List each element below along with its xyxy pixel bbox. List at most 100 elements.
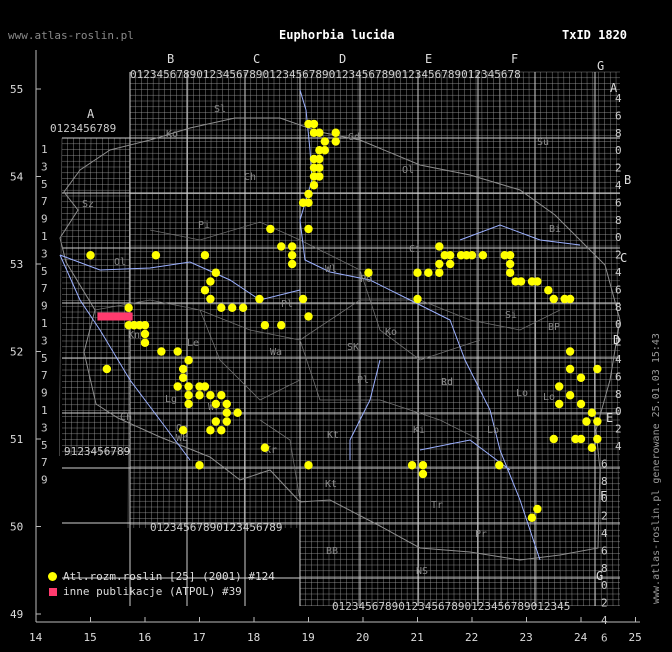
row-digit-left: 3 <box>41 334 48 347</box>
grid-line <box>233 71 235 529</box>
region-label: SK <box>347 342 359 353</box>
atlas-point <box>533 277 542 286</box>
atlas-point <box>549 294 558 304</box>
y-tick-label: 50 <box>10 521 23 534</box>
x-tick-label: 23 <box>520 631 533 644</box>
grid-line <box>59 137 63 457</box>
region-label: Wl <box>325 264 337 275</box>
row-digit-right: 2 <box>615 162 622 175</box>
row-digit-right: 0 <box>615 231 622 244</box>
grid-line <box>198 71 200 529</box>
atlas-point <box>140 338 150 347</box>
legend: Atl.rozm.roslin [25] (2001) #124 inne pu… <box>48 569 275 599</box>
atlas-point <box>315 128 324 137</box>
atlas-point <box>495 461 504 470</box>
x-tick-label: 15 <box>84 631 97 644</box>
grid-line <box>227 71 229 529</box>
atlas-point <box>217 426 226 435</box>
grid-line <box>180 71 183 529</box>
grid-line <box>157 71 160 529</box>
row-digit-right: 8 <box>615 388 622 401</box>
atlas-point <box>418 469 428 479</box>
atlas-point <box>304 312 313 321</box>
legend-atlas-row: Atl.rozm.roslin [25] (2001) #124 <box>48 569 275 584</box>
row-digit-right: 2 <box>601 510 608 523</box>
atlas-point <box>157 347 166 356</box>
grid-line <box>82 137 86 457</box>
atlas-point <box>320 146 330 155</box>
distribution-map: AB C D E F G012345678901234567890123456789012… <box>10 50 642 644</box>
region-label: Ci <box>409 244 421 255</box>
row-letter: C <box>620 251 627 265</box>
region-label: Ch <box>244 172 256 183</box>
x-tick-label: 25 <box>629 631 642 644</box>
row-digit-left: 9 <box>41 474 48 487</box>
atlas-point <box>200 286 210 295</box>
atlas-point <box>211 399 221 409</box>
x-tick-label: 16 <box>138 631 151 644</box>
atlas-point <box>298 294 308 304</box>
row-digit-right: 6 <box>615 283 622 296</box>
grid-line <box>267 71 269 529</box>
atlas-point <box>516 277 526 286</box>
row-digit-left: 5 <box>41 265 48 278</box>
legend-atpol-row: inne publikacje (ATPOL) #39 <box>48 584 275 599</box>
grid-line <box>221 71 224 529</box>
atlas-point <box>320 137 330 146</box>
atlas-point <box>593 417 602 426</box>
atlas-point <box>565 391 575 400</box>
atlas-point <box>140 321 150 330</box>
region-label: Lo <box>543 392 555 403</box>
column-letter: G <box>597 59 604 73</box>
column-letter: A <box>87 107 95 121</box>
yellow-dot-icon <box>48 572 57 581</box>
atlas-point <box>467 251 477 260</box>
atlas-point <box>206 426 215 435</box>
region-border <box>259 419 301 501</box>
grid-line <box>203 71 206 529</box>
atlas-point <box>418 461 428 470</box>
grid-line <box>70 137 74 457</box>
x-tick-label: 22 <box>465 631 478 644</box>
atlas-point <box>238 303 248 312</box>
atlas-point <box>86 251 95 260</box>
atlas-point <box>505 251 515 260</box>
row-digit-right: 8 <box>615 301 622 314</box>
grid-line <box>139 71 142 529</box>
atlas-point <box>582 417 591 426</box>
atlas-point <box>576 434 586 444</box>
row-digit-left: 7 <box>41 456 48 469</box>
grid-line <box>215 71 218 529</box>
atlas-point <box>260 443 270 452</box>
row-digit-right: 2 <box>601 597 608 610</box>
region-label: Le <box>187 338 199 349</box>
atlas-point <box>304 189 313 199</box>
region-label: Ki <box>413 425 425 436</box>
row-digit-right: 6 <box>601 631 608 644</box>
region-label: BP <box>548 322 560 333</box>
grid-line <box>162 71 166 529</box>
row-digit-right: 6 <box>615 196 622 209</box>
region-label: Lg <box>165 394 177 405</box>
row-digit-right: 8 <box>615 214 622 227</box>
row-digit-left: 7 <box>41 195 48 208</box>
x-tick-label: 17 <box>193 631 206 644</box>
region-label: Pl <box>357 375 369 386</box>
atlas-point <box>173 382 182 391</box>
row-digit-right: 0 <box>615 144 622 157</box>
row-digit-left: 9 <box>41 300 48 313</box>
atlas-point <box>217 303 226 312</box>
row-digit-right: 6 <box>601 457 608 470</box>
atlas-point <box>587 443 597 452</box>
row-digit-right: 8 <box>601 475 608 488</box>
atlas-point <box>331 128 340 137</box>
row-digit-right: 4 <box>601 614 608 627</box>
grid-line <box>249 71 252 529</box>
row-digit-left: 1 <box>41 317 48 330</box>
region-label: Gd <box>348 132 360 143</box>
row-digit-left: 1 <box>41 143 48 156</box>
atlas-point <box>184 382 193 391</box>
legend-atpol-label: inne publikacje (ATPOL) #39 <box>63 585 242 598</box>
atlas-point <box>478 251 488 260</box>
x-tick-label: 20 <box>356 631 369 644</box>
